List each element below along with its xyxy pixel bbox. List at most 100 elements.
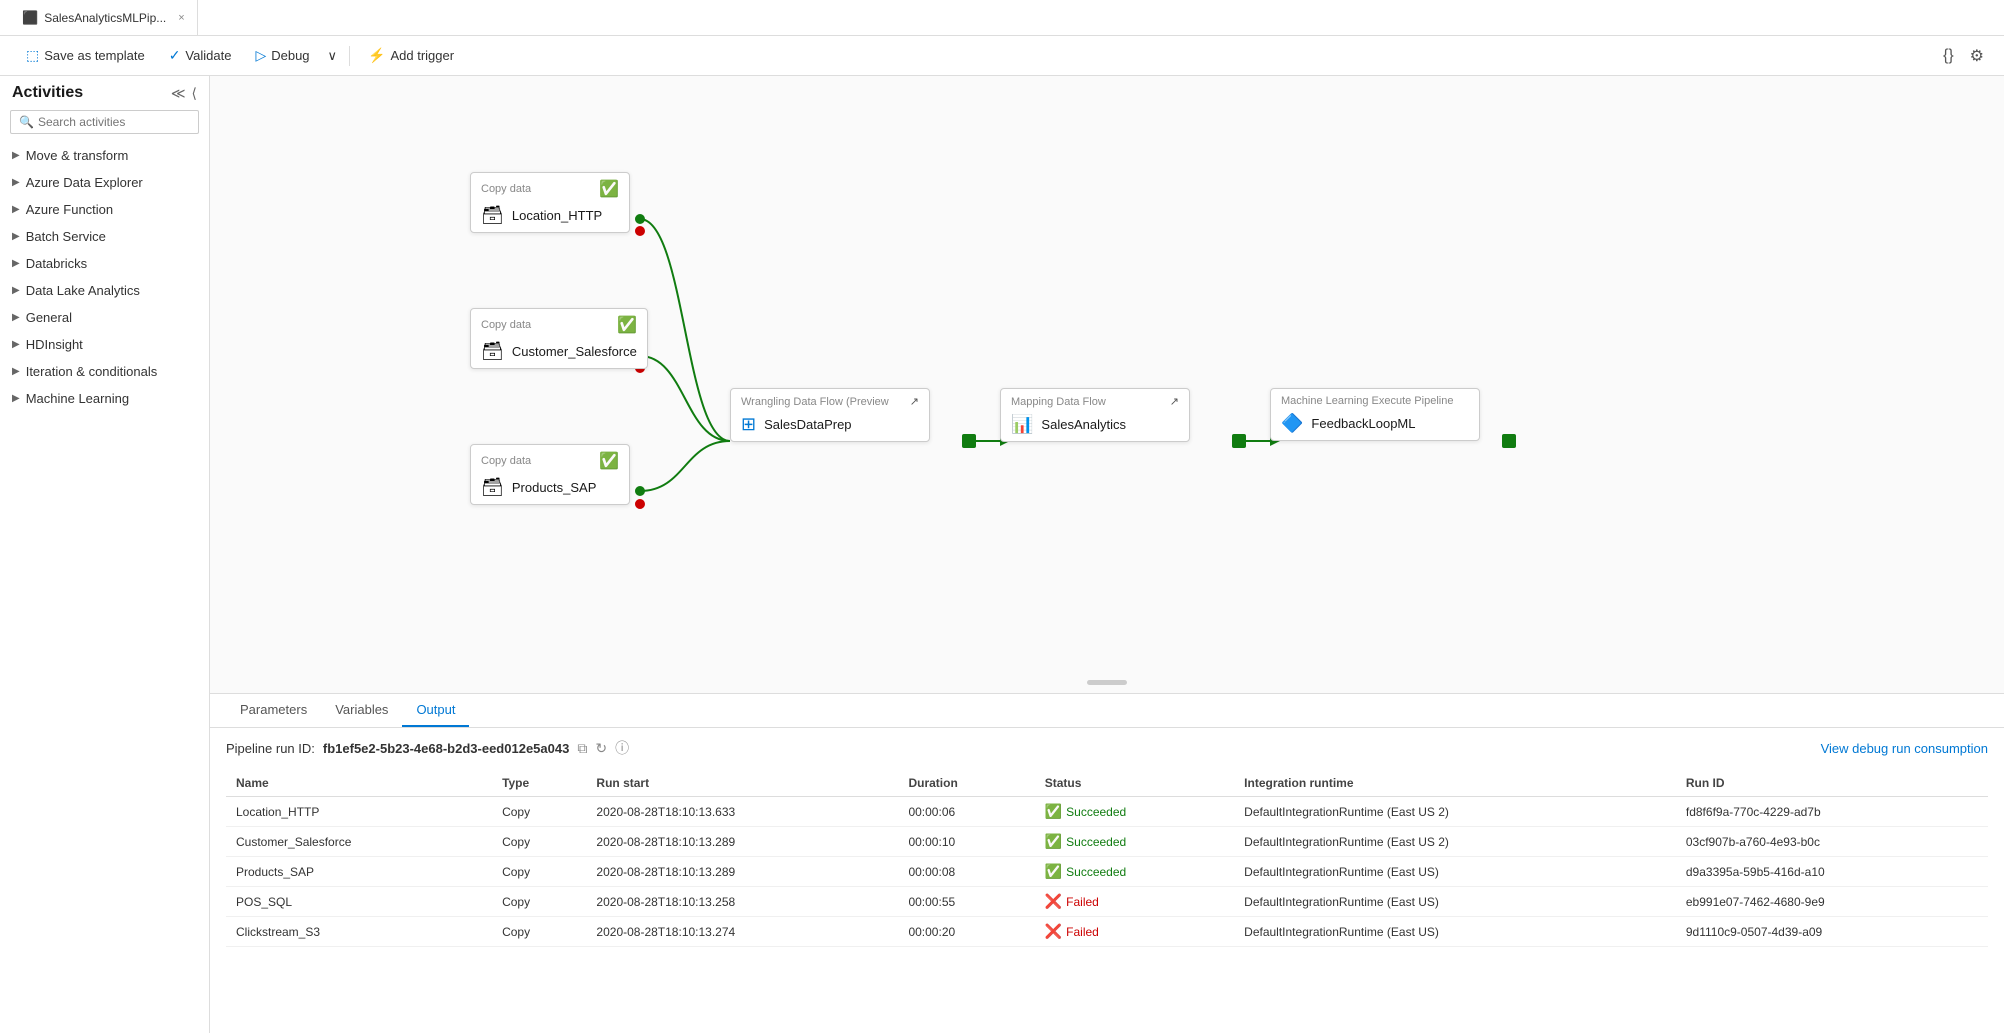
col-duration: Duration [898, 770, 1034, 797]
sidebar-item-hdinsight[interactable]: ▶HDInsight [0, 331, 209, 358]
cell-status: ✅Succeeded [1035, 827, 1234, 857]
tab-parameters[interactable]: Parameters [226, 694, 321, 727]
debug-button[interactable]: ▷ Debug [245, 43, 319, 68]
settings-icon: ⚙ [1970, 48, 1984, 65]
external-link-icon[interactable]: ↗ [1170, 395, 1179, 408]
add-trigger-button[interactable]: ⚡ Add trigger [358, 43, 464, 68]
sidebar-item-move-transform[interactable]: ▶ Move & transform [0, 142, 209, 169]
tab-variables[interactable]: Variables [321, 694, 402, 727]
sidebar-item-label: Azure Function [26, 202, 113, 217]
expand-icon: ▶ [12, 150, 20, 161]
validate-icon: ✓ [169, 47, 181, 64]
cell-status: ❌ Failed [1035, 887, 1234, 917]
sidebar-item-general[interactable]: ▶General [0, 304, 209, 331]
cell-type: Copy [492, 827, 586, 857]
run-id-row: Pipeline run ID: fb1ef5e2-5b23-4e68-b2d3… [226, 738, 1988, 758]
bottom-panel: Parameters Variables Output Pipeline run… [210, 693, 2004, 1033]
expand-icon: ▶ [12, 177, 20, 188]
copy-id-icon[interactable]: ⧉ [577, 740, 587, 757]
status-label: Succeeded [1066, 805, 1126, 819]
settings-button[interactable]: ⚙ [1966, 42, 1988, 70]
validate-button[interactable]: ✓ Validate [159, 43, 242, 68]
sidebar-title: Activities [12, 84, 83, 102]
ml-execute-pipeline-node[interactable]: Machine Learning Execute Pipeline 🔷 Feed… [1270, 388, 1480, 441]
save-as-template-button[interactable]: ⬚ Save as template [16, 43, 155, 68]
panel-resize-handle[interactable] [1087, 680, 1127, 685]
table-header: Name Type Run start Duration Status Inte… [226, 770, 1988, 797]
refresh-icon[interactable]: ↻ [595, 740, 607, 757]
bottom-content: Pipeline run ID: fb1ef5e2-5b23-4e68-b2d3… [210, 728, 2004, 1033]
sidebar-item-batch-service[interactable]: ▶Batch Service [0, 223, 209, 250]
sidebar-item-azure-function[interactable]: ▶Azure Function [0, 196, 209, 223]
cell-type: Copy [492, 797, 586, 827]
tab-output[interactable]: Output [402, 694, 469, 727]
node-name: Location_HTTP [512, 208, 602, 223]
cell-name: Location_HTTP [226, 797, 492, 827]
success-icon: ✅ [1045, 803, 1062, 820]
sidebar-controls: ≪ ⟨ [171, 85, 197, 102]
code-view-button[interactable]: {} [1939, 43, 1958, 69]
cell-run-start: 2020-08-28T18:10:13.274 [586, 917, 898, 947]
cell-duration: 00:00:55 [898, 887, 1034, 917]
copy-icon: 🗃 [481, 477, 504, 498]
cell-duration: 00:00:10 [898, 827, 1034, 857]
debug-dropdown-button[interactable]: ∨ [324, 44, 342, 68]
pipeline-canvas[interactable]: Copy data ✅ 🗃 Location_HTTP Copy data ✅ … [210, 76, 2004, 693]
node-type-label: Wrangling Data Flow (Preview [741, 396, 889, 408]
expand-icon: ▶ [12, 231, 20, 242]
toolbar: ⬚ Save as template ✓ Validate ▷ Debug ∨ … [0, 36, 2004, 76]
expand-icon: ▶ [12, 312, 20, 323]
node-status-icon: ✅ [617, 315, 637, 335]
success-icon: ✅ [1045, 863, 1062, 880]
cell-status: ❌Failed [1035, 917, 1234, 947]
mapping-dataflow-node[interactable]: Mapping Data Flow ↗ 📊 SalesAnalytics [1000, 388, 1190, 442]
tab-icon: ⬛ [22, 10, 38, 26]
col-type: Type [492, 770, 586, 797]
failed-icon: ❌ [1045, 893, 1062, 910]
view-consumption-link[interactable]: View debug run consumption [1821, 741, 1988, 756]
cell-type: Copy [492, 857, 586, 887]
expand-icon: ▶ [12, 285, 20, 296]
tab-label: SalesAnalyticsMLPip... [44, 11, 166, 25]
node-type-label: Machine Learning Execute Pipeline [1281, 395, 1453, 407]
sidebar-minimize-icon[interactable]: ⟨ [192, 85, 197, 102]
node-type-label: Mapping Data Flow [1011, 396, 1106, 408]
cell-run-id: eb991e07-7462-4680-9e9 [1676, 887, 1988, 917]
pipeline-tab[interactable]: ⬛ SalesAnalyticsMLPip... × [10, 0, 198, 35]
status-label: Failed [1066, 895, 1099, 909]
cell-duration: 00:00:20 [898, 917, 1034, 947]
sidebar-item-iteration-conditionals[interactable]: ▶Iteration & conditionals [0, 358, 209, 385]
sidebar-item-databricks[interactable]: ▶Databricks [0, 250, 209, 277]
node-name: SalesDataPrep [764, 417, 851, 432]
failed-icon: ❌ [1045, 923, 1062, 940]
cell-runtime: DefaultIntegrationRuntime (East US) [1234, 887, 1676, 917]
pipeline-arrows [210, 76, 2004, 693]
node-status-icon: ✅ [599, 179, 619, 199]
info-icon[interactable]: ⓘ [615, 738, 629, 758]
tab-bar: ⬛ SalesAnalyticsMLPip... × [0, 0, 2004, 36]
col-run-id: Run ID [1676, 770, 1988, 797]
sidebar-item-machine-learning[interactable]: ▶Machine Learning [0, 385, 209, 412]
cell-status: ✅ Succeeded [1035, 797, 1234, 827]
trigger-icon: ⚡ [368, 47, 385, 64]
copy-node-products-sap[interactable]: Copy data ✅ 🗃 Products_SAP [470, 444, 630, 505]
ml-icon: 🔷 [1281, 413, 1303, 434]
mapping-icon: 📊 [1011, 414, 1033, 435]
copy-node-customer-salesforce[interactable]: Copy data ✅ 🗃 Customer_Salesforce [470, 308, 648, 369]
wrangling-dataflow-node[interactable]: Wrangling Data Flow (Preview ↗ ⊞ SalesDa… [730, 388, 930, 442]
search-input[interactable] [38, 115, 193, 129]
sidebar-item-data-lake-analytics[interactable]: ▶Data Lake Analytics [0, 277, 209, 304]
cell-run-start: 2020-08-28T18:10:13.289 [586, 827, 898, 857]
sidebar-item-label: Move & transform [26, 148, 129, 163]
external-link-icon[interactable]: ↗ [910, 395, 919, 408]
tab-close-button[interactable]: × [178, 12, 184, 24]
cell-run-start: 2020-08-28T18:10:13.633 [586, 797, 898, 827]
main-layout: Activities ≪ ⟨ 🔍 ▶Move & transform▶Azure… [0, 76, 2004, 1033]
col-name: Name [226, 770, 492, 797]
copy-node-location-http[interactable]: Copy data ✅ 🗃 Location_HTTP [470, 172, 630, 233]
sidebar-collapse-icon[interactable]: ≪ [171, 85, 186, 102]
search-icon: 🔍 [19, 115, 34, 129]
cell-duration: 00:00:08 [898, 857, 1034, 887]
save-template-icon: ⬚ [26, 47, 39, 64]
sidebar-item-azure-data-explorer[interactable]: ▶Azure Data Explorer [0, 169, 209, 196]
